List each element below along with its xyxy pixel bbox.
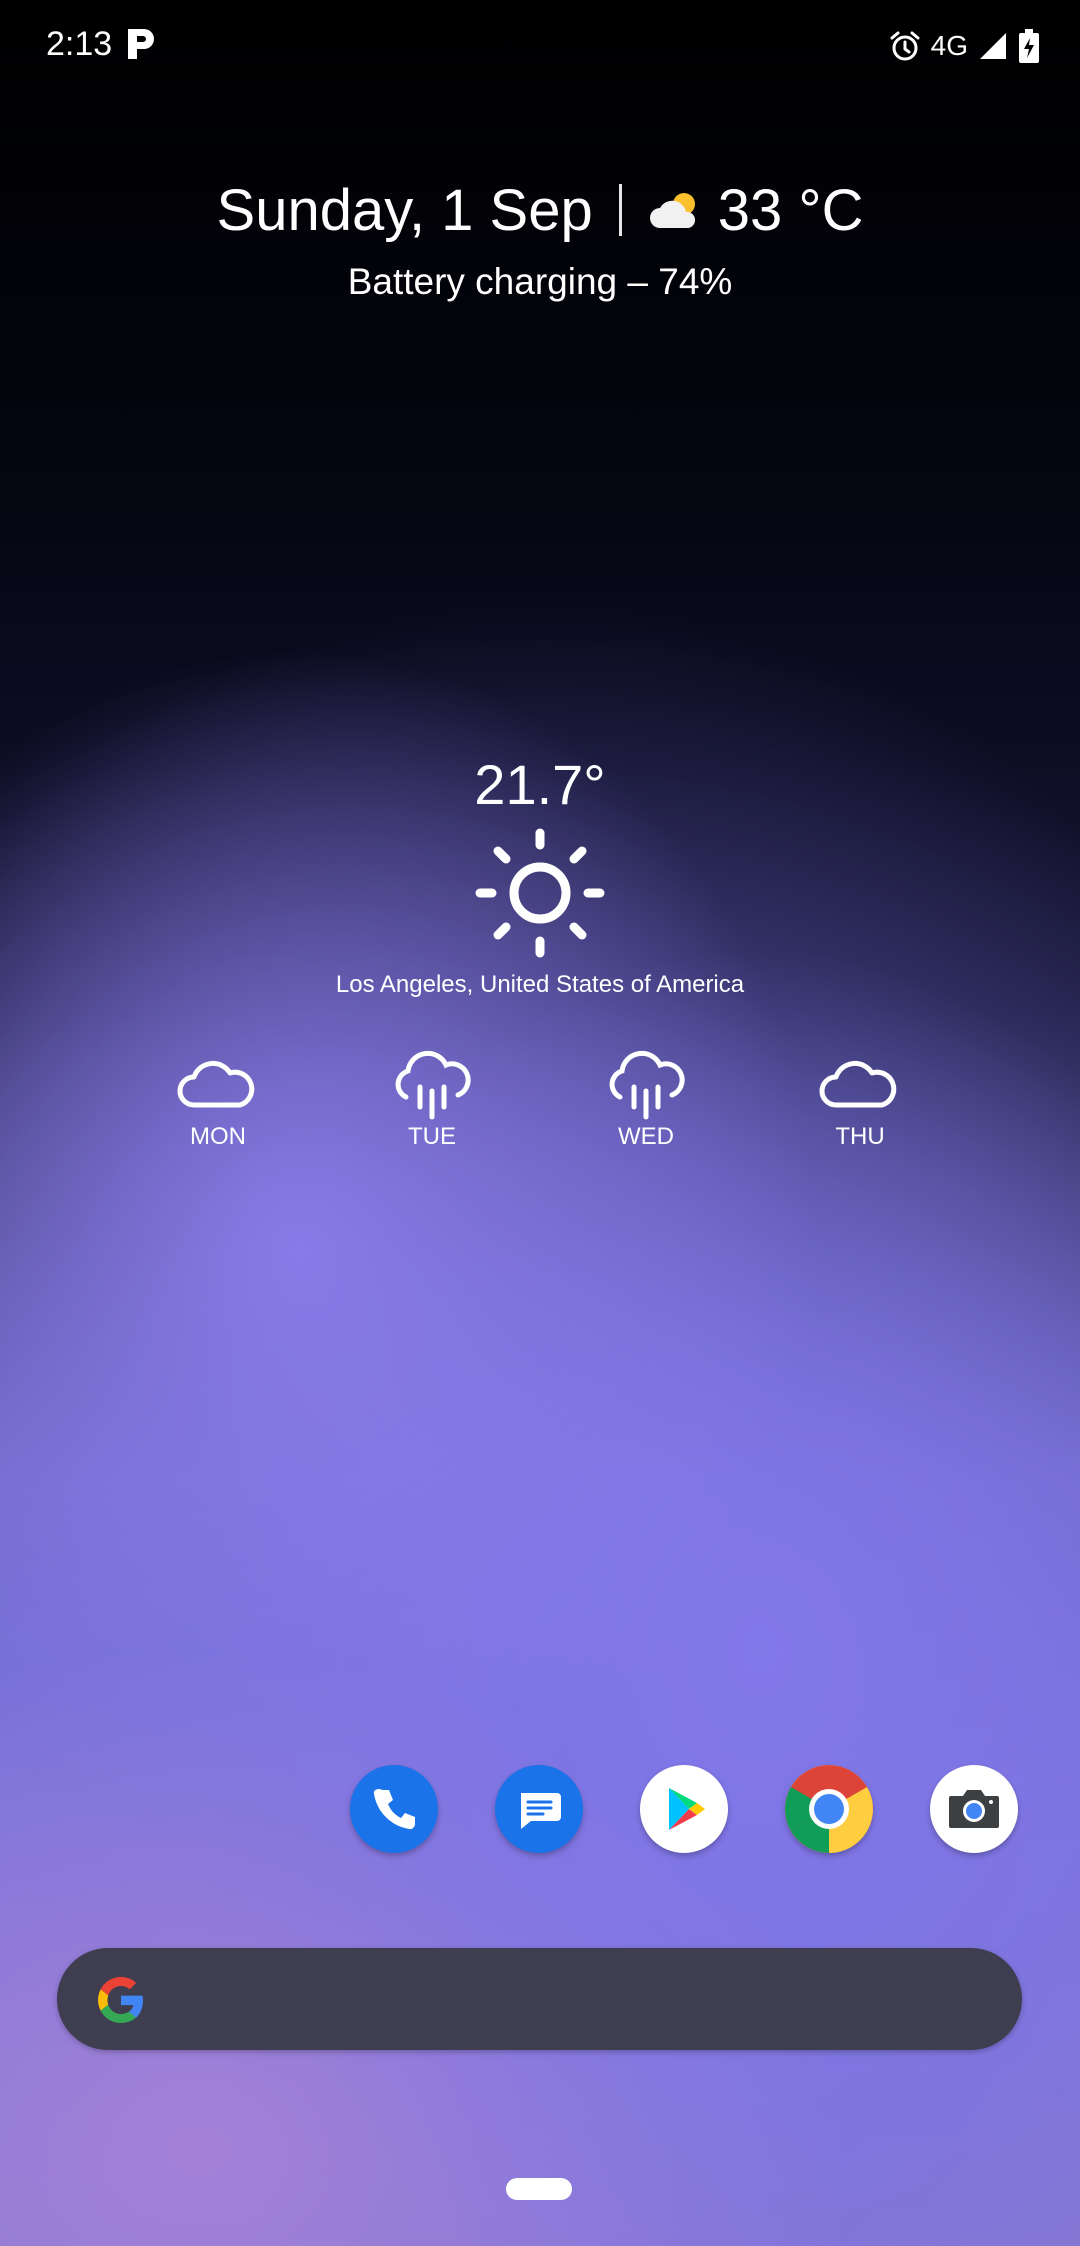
forecast-day-label: THU [835, 1123, 885, 1150]
google-g-icon [98, 1977, 143, 2023]
at-a-glance-widget[interactable]: Sunday, 1 Sep 33 °C Battery charging – 7… [0, 175, 1080, 303]
battery-status: Battery charging – 74% [347, 261, 733, 302]
glance-temperature[interactable]: 33 °C [718, 177, 864, 244]
play-store-app-icon[interactable] [640, 1765, 728, 1853]
forecast-row: MON TUE WED THU [0, 1045, 1080, 1165]
status-icons: 4G [889, 26, 1040, 66]
phone-app-icon[interactable] [350, 1765, 438, 1853]
forecast-day: WED [576, 1045, 716, 1151]
current-temperature: 21.7° [474, 753, 606, 816]
battery-charging-icon [1019, 29, 1039, 63]
weather-location: Los Angeles, United States of America [335, 971, 745, 998]
forecast-day: THU [790, 1045, 930, 1151]
partly-sunny-cloud-icon [649, 193, 695, 228]
app-dock [0, 1765, 1080, 1855]
rain-cloud-icon [395, 1050, 471, 1120]
forecast-day-label: WED [618, 1123, 674, 1150]
forecast-day: MON [148, 1045, 288, 1151]
messages-icon [521, 1793, 561, 1829]
messages-app-icon[interactable] [495, 1765, 583, 1853]
forecast-day-label: TUE [408, 1123, 456, 1150]
forecast-day: TUE [362, 1045, 502, 1151]
phone-icon [373, 1789, 415, 1830]
play-store-icon [669, 1788, 705, 1830]
network-type: 4G [930, 30, 968, 61]
glance-divider [618, 184, 622, 236]
signal-icon [980, 33, 1006, 59]
status-time: 2:13 [46, 25, 113, 63]
alarm-icon [890, 31, 920, 61]
camera-app-icon[interactable] [930, 1765, 1018, 1853]
google-search-bar[interactable] [57, 1948, 1022, 2050]
home-gesture-pill[interactable] [506, 2178, 572, 2200]
sun-icon [475, 828, 605, 958]
chrome-icon [785, 1765, 873, 1853]
chrome-app-icon[interactable] [785, 1765, 873, 1853]
rain-cloud-icon [609, 1050, 685, 1120]
camera-icon [949, 1790, 999, 1828]
forecast-day-label: MON [190, 1123, 246, 1150]
weather-widget[interactable]: 21.7° Los Angeles, United States of Amer… [0, 752, 1080, 999]
cloud-icon [177, 1060, 255, 1108]
cloud-icon [819, 1060, 897, 1108]
glance-date[interactable]: Sunday, 1 Sep [217, 177, 593, 244]
status-bar: 2:13 4G [0, 0, 1080, 90]
parking-p-icon [128, 29, 154, 59]
